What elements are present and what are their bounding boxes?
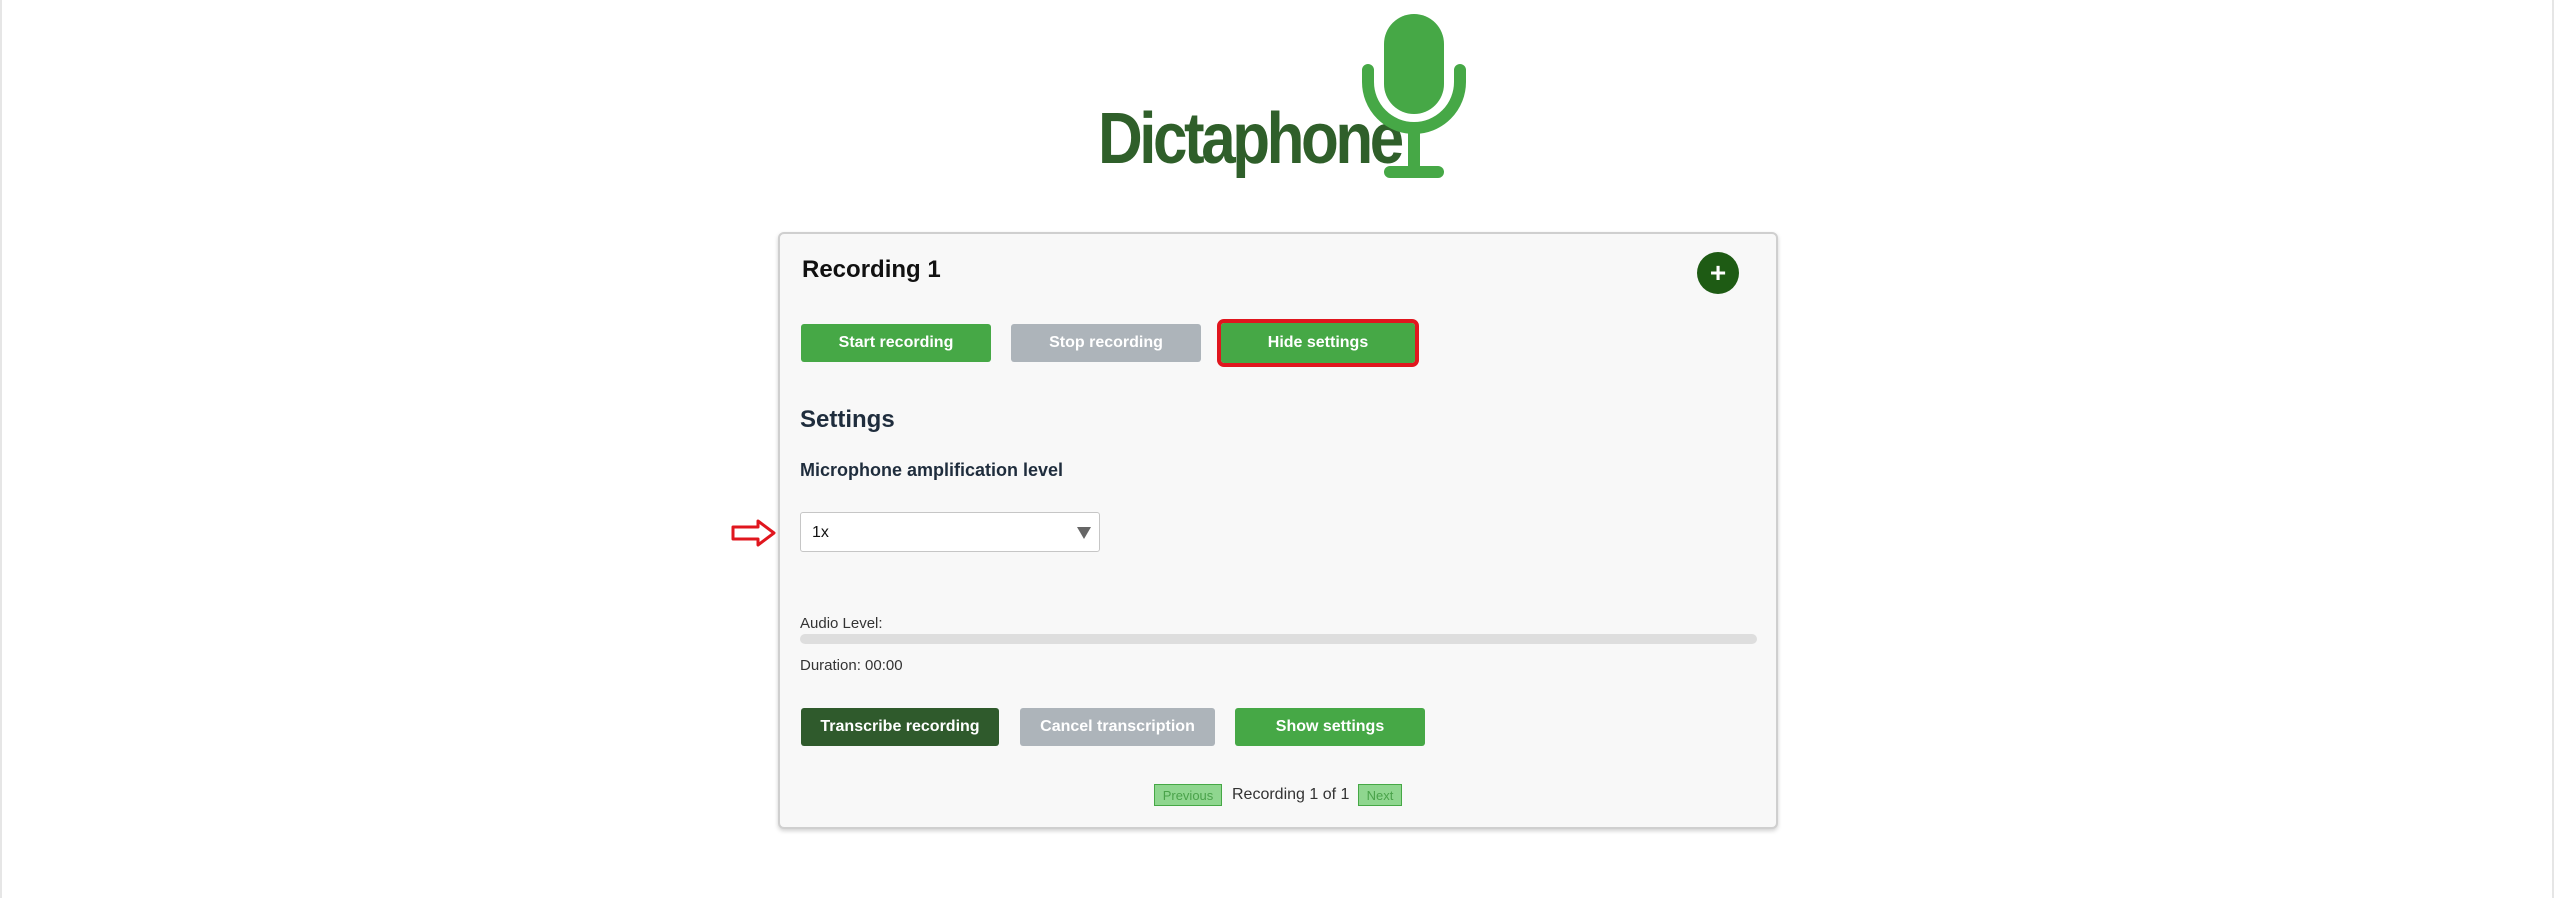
start-recording-button[interactable]: Start recording bbox=[801, 324, 991, 362]
pagination: Previous Recording 1 of 1 Next bbox=[780, 784, 1776, 808]
logo-text: Dictaphone bbox=[1098, 99, 1404, 179]
audio-level-label: Audio Level: bbox=[800, 615, 883, 632]
previous-button[interactable]: Previous bbox=[1154, 784, 1222, 806]
arrow-right-icon bbox=[731, 519, 776, 547]
add-recording-button[interactable]: + bbox=[1697, 252, 1739, 294]
audio-level-bar bbox=[800, 634, 1757, 644]
amplification-select[interactable]: 1x bbox=[800, 512, 1100, 552]
caret-down-icon bbox=[1077, 527, 1091, 539]
hide-settings-button[interactable]: Hide settings bbox=[1217, 319, 1419, 367]
stop-recording-button[interactable]: Stop recording bbox=[1011, 324, 1201, 362]
app-logo: Dictaphone bbox=[1090, 10, 1470, 185]
settings-heading: Settings bbox=[800, 406, 895, 433]
recording-title: Recording 1 bbox=[802, 256, 941, 283]
amplification-label: Microphone amplification level bbox=[800, 460, 1064, 480]
amplification-selected-value: 1x bbox=[812, 524, 829, 541]
pagination-status: Recording 1 of 1 bbox=[1232, 786, 1350, 803]
plus-icon: + bbox=[1709, 257, 1727, 288]
next-button[interactable]: Next bbox=[1358, 784, 1402, 806]
duration-text: Duration: 00:00 bbox=[800, 657, 903, 674]
microphone-icon bbox=[1362, 14, 1466, 178]
recording-card: Recording 1 + Start recording Stop recor… bbox=[731, 232, 1778, 829]
show-settings-button[interactable]: Show settings bbox=[1235, 708, 1425, 746]
cancel-transcription-button[interactable]: Cancel transcription bbox=[1020, 708, 1215, 746]
transcribe-recording-button[interactable]: Transcribe recording bbox=[801, 708, 999, 746]
